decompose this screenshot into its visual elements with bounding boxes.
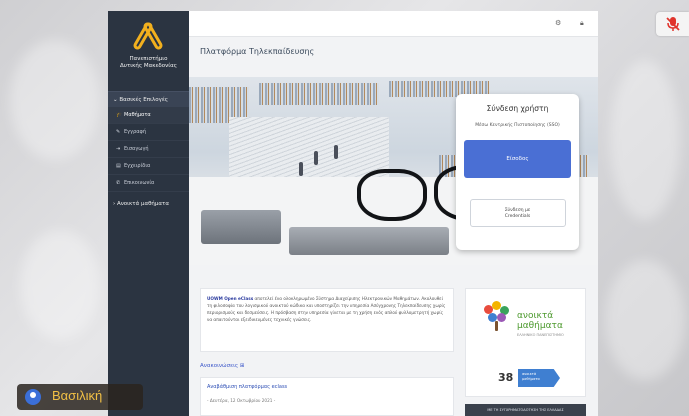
sidebar-item-label: Εγχειρίδια <box>124 163 151 169</box>
credentials-line2: Credentials <box>504 214 531 219</box>
brand-name-line2: Δυτικής Μακεδονίας <box>120 62 177 69</box>
sidebar-section-label: Βασικές Επιλογές <box>119 97 169 103</box>
sidebar-item-register[interactable]: ✎ Εγγραφή <box>108 124 189 141</box>
funding-strip: ΜΕ ΤΗ ΣΥΓΧΡΗΜΑΤΟΔΟΤΗΣΗ ΤΗΣ ΕΛΛΑΔΑΣ <box>465 404 586 416</box>
rss-icon[interactable]: ⊞ <box>240 363 245 369</box>
participant-name: Βασιλική <box>52 388 103 403</box>
sidebar-item-label: Μαθήματα <box>124 112 151 118</box>
chevron-down-icon: ⌄ <box>113 97 118 103</box>
logo-icon <box>131 19 164 53</box>
open-courses-banner[interactable]: ανοικτά μαθήματα ΕΛΛΗΝΙΚΟ ΠΑΝΕΠΙΣΤΗΜΙΟ 3… <box>465 288 586 397</box>
credentials-login-button[interactable]: Σύνδεση με Credentials <box>469 199 566 227</box>
participant-name-tag: Βασιλική <box>17 384 143 410</box>
sso-login-button[interactable]: Είσοδος <box>464 140 571 178</box>
edit-icon: ✎ <box>116 129 121 135</box>
sidebar-item-courses[interactable]: 🎓 Μαθήματα <box>108 107 189 124</box>
graduation-icon: 🎓 <box>116 112 123 118</box>
microphone-off-icon <box>666 17 680 31</box>
login-icon: ⇥ <box>116 146 121 152</box>
university-logo[interactable]: Πανεπιστήμιο Δυτικής Μακεδονίας <box>108 11 189 91</box>
announcement-item: Αναβάθμιση πλατφόρμας eclass - Δευτέρα, … <box>200 377 454 416</box>
sidebar-item-label: Εισαγωγή <box>124 146 149 152</box>
open-courses-title-line1: ανοικτά <box>517 311 554 321</box>
announcement-title[interactable]: Αναβάθμιση πλατφόρμας eclass <box>207 384 447 390</box>
sidebar-item-label: Εγγραφή <box>124 129 147 135</box>
platform-description: UOWM Open eClass αποτελεί ένα ολοκληρωμέ… <box>200 288 454 352</box>
sidebar-item-contact[interactable]: ✆ Επικοινωνία <box>108 175 189 192</box>
open-courses-title-line2: μαθήματα <box>517 321 563 331</box>
tree-logo-icon <box>484 301 510 331</box>
phone-icon: ✆ <box>116 180 121 186</box>
open-courses-title: ανοικτά μαθήματα <box>517 311 563 331</box>
sidebar-open-courses-label: Ανοικτά μαθήματα <box>116 201 169 207</box>
open-courses-arrow[interactable]: ανοικτά μαθήματα <box>518 369 560 387</box>
mute-indicator[interactable] <box>656 12 689 36</box>
login-title: Σύνδεση χρήστη <box>486 104 549 113</box>
announcements-label: Ανακοινώσεις <box>200 363 239 369</box>
login-subtitle: Μέσω Κεντρικής Πιστοποίησης (SSO) <box>475 123 560 128</box>
announcements-heading[interactable]: Ανακοινώσεις ⊞ <box>200 363 245 369</box>
book-icon: ▤ <box>116 163 121 169</box>
sidebar-item-login[interactable]: ⇥ Εισαγωγή <box>108 141 189 158</box>
gear-icon[interactable]: ⚙ <box>555 19 561 27</box>
open-courses-arrow-line2: μαθήματα <box>522 377 540 381</box>
user-avatar-icon <box>25 389 41 405</box>
description-brand: UOWM Open eClass <box>207 296 254 301</box>
sidebar-item-manuals[interactable]: ▤ Εγχειρίδια <box>108 158 189 175</box>
sidebar-open-courses[interactable]: › Ανοικτά μαθήματα <box>108 196 189 212</box>
shared-screen: Πανεπιστήμιο Δυτικής Μακεδονίας ⌄ Βασικέ… <box>108 11 598 416</box>
chevron-right-icon: › <box>113 201 116 207</box>
sidebar-section-main[interactable]: ⌄ Βασικές Επιλογές <box>108 91 189 107</box>
sidebar: Πανεπιστήμιο Δυτικής Μακεδονίας ⌄ Βασικέ… <box>108 11 189 416</box>
open-courses-count: 38 <box>498 371 514 384</box>
lock-icon[interactable]: 🔒︎ <box>580 19 584 28</box>
announcement-date: - Δευτέρα, 12 Οκτωβρίου 2021 - <box>207 398 276 403</box>
brand-name: Πανεπιστήμιο Δυτικής Μακεδονίας <box>108 56 189 69</box>
login-card: Σύνδεση χρήστη Μέσω Κεντρικής Πιστοποίησ… <box>456 94 579 250</box>
sidebar-item-label: Επικοινωνία <box>124 180 155 186</box>
page-title: Πλατφόρμα Τηλεκπαίδευσης <box>200 47 315 56</box>
open-courses-small: ΕΛΛΗΝΙΚΟ ΠΑΝΕΠΙΣΤΗΜΙΟ <box>517 333 564 337</box>
top-bar: ⚙ 🔒︎ <box>189 11 598 37</box>
